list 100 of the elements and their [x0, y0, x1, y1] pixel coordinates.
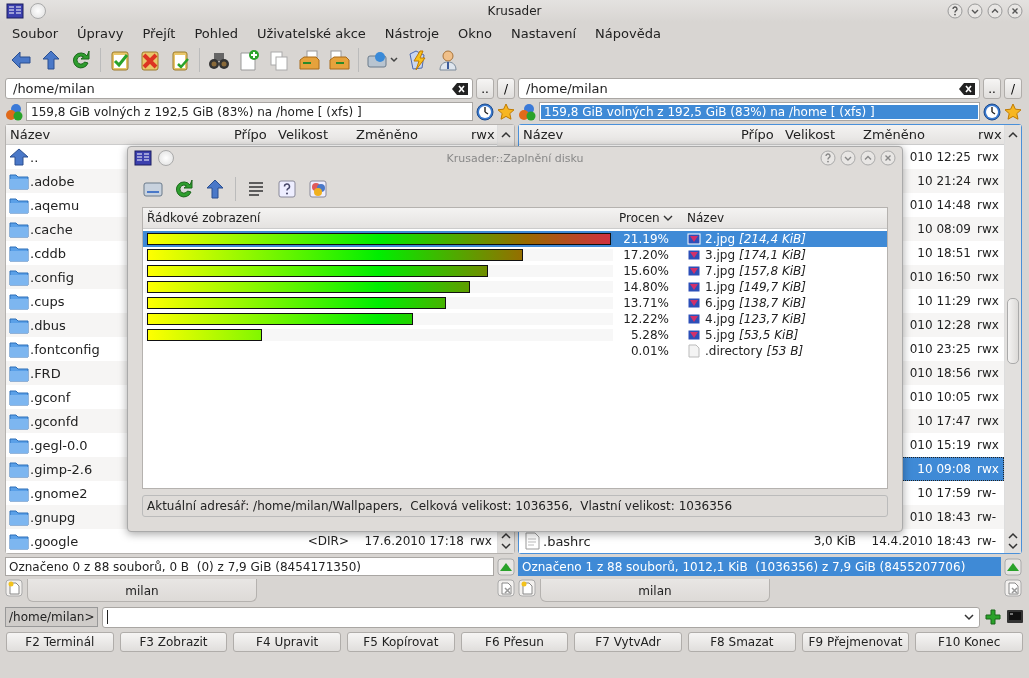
clear-icon[interactable]	[452, 82, 468, 95]
function-key-button[interactable]: F5 Kopírovat	[347, 632, 455, 652]
star-icon[interactable]	[1004, 102, 1022, 121]
lightning-icon[interactable]	[407, 49, 429, 71]
close-icon[interactable]	[1007, 3, 1023, 19]
terminal-icon[interactable]	[1006, 608, 1024, 626]
panel-tab[interactable]: milan	[27, 579, 257, 602]
file-name[interactable]: .gegl-0.0	[30, 437, 88, 453]
function-key-button[interactable]: F4 Upravit	[233, 632, 341, 652]
file-name[interactable]: .cache	[30, 221, 73, 237]
close-icon[interactable]	[880, 150, 896, 166]
colors-icon[interactable]	[307, 178, 329, 200]
close-tab-icon[interactable]	[497, 579, 515, 597]
clock-icon[interactable]	[476, 102, 494, 121]
menu-item[interactable]: Nápověda	[589, 25, 667, 41]
file-name[interactable]: .gimp-2.6	[30, 461, 93, 477]
function-key-button[interactable]: F8 Smazat	[688, 632, 796, 652]
plus-icon[interactable]	[984, 608, 1002, 626]
file-name[interactable]: .config	[30, 269, 74, 285]
menu-item[interactable]: Soubor	[6, 25, 64, 41]
window-menu-button[interactable]	[158, 150, 174, 166]
file-name[interactable]: .gconf	[30, 389, 71, 405]
scroll-arrows-icon[interactable]	[500, 531, 512, 551]
column-header[interactable]: rwx	[974, 125, 1004, 144]
file-name[interactable]: .gconfd	[30, 413, 79, 429]
column-header[interactable]: Procen	[615, 211, 683, 225]
refresh-icon[interactable]	[70, 49, 92, 71]
file-name[interactable]: .bashrc	[543, 533, 591, 549]
file-name[interactable]: .cddb	[30, 245, 67, 261]
function-key-button[interactable]: F6 Přesun	[460, 632, 569, 652]
menu-item[interactable]: Pohled	[188, 25, 244, 41]
function-key-button[interactable]: F3 Zobrazit	[119, 632, 228, 652]
column-header[interactable]: Přípo	[737, 125, 781, 144]
help-icon[interactable]	[820, 150, 836, 166]
minimize-icon[interactable]	[840, 150, 856, 166]
close-tab-icon[interactable]	[1004, 579, 1022, 597]
menu-item[interactable]: Nástroje	[378, 25, 446, 41]
dropdown-caret-icon[interactable]	[963, 612, 975, 622]
new-tab-icon[interactable]	[5, 579, 23, 597]
column-header[interactable]: Název	[6, 125, 230, 144]
scroll-up-icon[interactable]	[500, 130, 512, 140]
file-name[interactable]: .google	[30, 533, 79, 549]
scroll-arrows-icon[interactable]	[1007, 531, 1019, 551]
drive-icon[interactable]	[367, 49, 399, 71]
column-header[interactable]: Přípo	[230, 125, 274, 144]
path-field[interactable]: /home/milan	[5, 78, 473, 99]
parent-dir-button[interactable]: ..	[983, 78, 1001, 99]
file-name[interactable]: .aqemu	[30, 197, 80, 213]
help-icon[interactable]	[947, 3, 963, 19]
column-header[interactable]: Velikost	[274, 125, 352, 144]
file-name[interactable]: ..	[30, 149, 39, 165]
new-tab-icon[interactable]	[518, 579, 536, 597]
column-header[interactable]: rwx	[467, 125, 497, 144]
parent-dir-button[interactable]: ..	[476, 78, 494, 99]
back-arrow-icon[interactable]	[10, 49, 32, 71]
scrollbar-thumb[interactable]	[1007, 298, 1019, 364]
column-header[interactable]: Velikost	[781, 125, 859, 144]
user-icon[interactable]	[437, 49, 459, 71]
column-header[interactable]: Název	[519, 125, 737, 144]
minimize-icon[interactable]	[967, 3, 983, 19]
panel-tab[interactable]: milan	[540, 579, 770, 602]
up-arrow-icon[interactable]	[204, 178, 226, 200]
function-key-button[interactable]: F9 Přejmenovat	[801, 632, 910, 652]
box-icon[interactable]	[298, 49, 320, 71]
root-dir-button[interactable]: /	[497, 78, 515, 99]
menu-item[interactable]: Uživatelské akce	[250, 25, 372, 41]
file-name[interactable]: .FRD	[30, 365, 61, 381]
column-header[interactable]: Změněno	[352, 125, 467, 144]
clock-icon[interactable]	[983, 102, 1001, 121]
window-menu-button[interactable]	[30, 3, 46, 19]
menu-item[interactable]: Nastavení	[505, 25, 583, 41]
file-name[interactable]: .cups	[30, 293, 65, 309]
refresh-icon[interactable]	[173, 178, 195, 200]
menu-item[interactable]: Úpravy	[71, 25, 130, 41]
menu-item[interactable]: Okno	[452, 25, 498, 41]
clipboard-check-icon[interactable]	[109, 49, 131, 71]
scroll-up-icon[interactable]	[1007, 130, 1019, 140]
box-icon[interactable]	[328, 49, 350, 71]
column-header[interactable]: Název	[683, 211, 887, 225]
menu-item[interactable]: Přejít	[136, 25, 182, 41]
root-dir-button[interactable]: /	[1004, 78, 1022, 99]
file-name[interactable]: .fontconfig	[30, 341, 100, 357]
clipboard-check-icon[interactable]	[169, 49, 191, 71]
help-icon[interactable]	[276, 178, 298, 200]
maximize-icon[interactable]	[987, 3, 1003, 19]
up-arrow-icon[interactable]	[40, 49, 62, 71]
column-header[interactable]: Změněno	[859, 125, 974, 144]
function-key-button[interactable]: F2 Terminál	[6, 632, 114, 652]
file-name[interactable]: .gnome2	[30, 485, 88, 501]
function-key-button[interactable]: F10 Konec	[915, 632, 1024, 652]
file-name[interactable]: .adobe	[30, 173, 75, 189]
star-icon[interactable]	[497, 102, 515, 121]
file-name[interactable]: .dbus	[30, 317, 66, 333]
column-header[interactable]: Řádkové zobrazení	[143, 211, 615, 225]
scrollbar[interactable]	[1004, 125, 1021, 553]
delete-icon[interactable]	[139, 49, 161, 71]
maximize-icon[interactable]	[860, 150, 876, 166]
function-key-button[interactable]: F7 VytvAdr	[574, 632, 683, 652]
command-input-field[interactable]	[102, 606, 980, 628]
clear-icon[interactable]	[959, 82, 975, 95]
